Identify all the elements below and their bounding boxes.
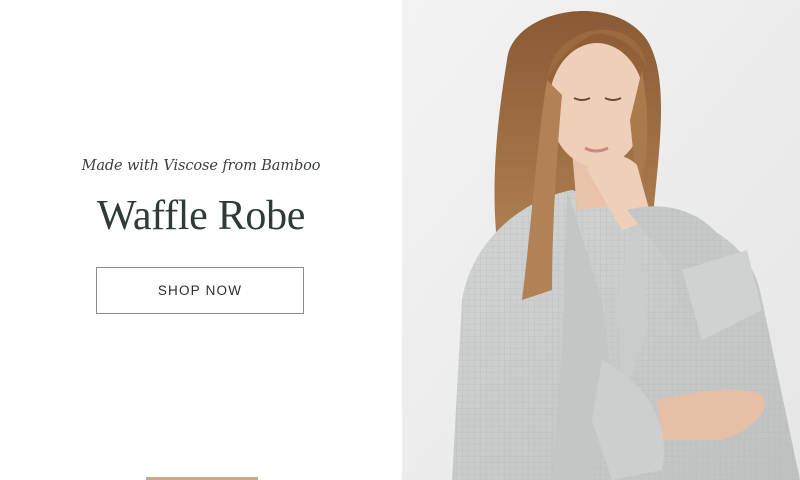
shop-now-button[interactable]: SHOP NOW	[96, 267, 304, 314]
promo-title: Waffle Robe	[96, 193, 306, 239]
hero-banner: Made with Viscose from Bamboo Waffle Rob…	[0, 0, 800, 480]
promo-panel: Made with Viscose from Bamboo Waffle Rob…	[0, 0, 402, 480]
model-photo-illustration	[402, 0, 800, 480]
promo-tagline: Made with Viscose from Bamboo	[81, 158, 321, 174]
product-photo[interactable]	[402, 0, 800, 480]
